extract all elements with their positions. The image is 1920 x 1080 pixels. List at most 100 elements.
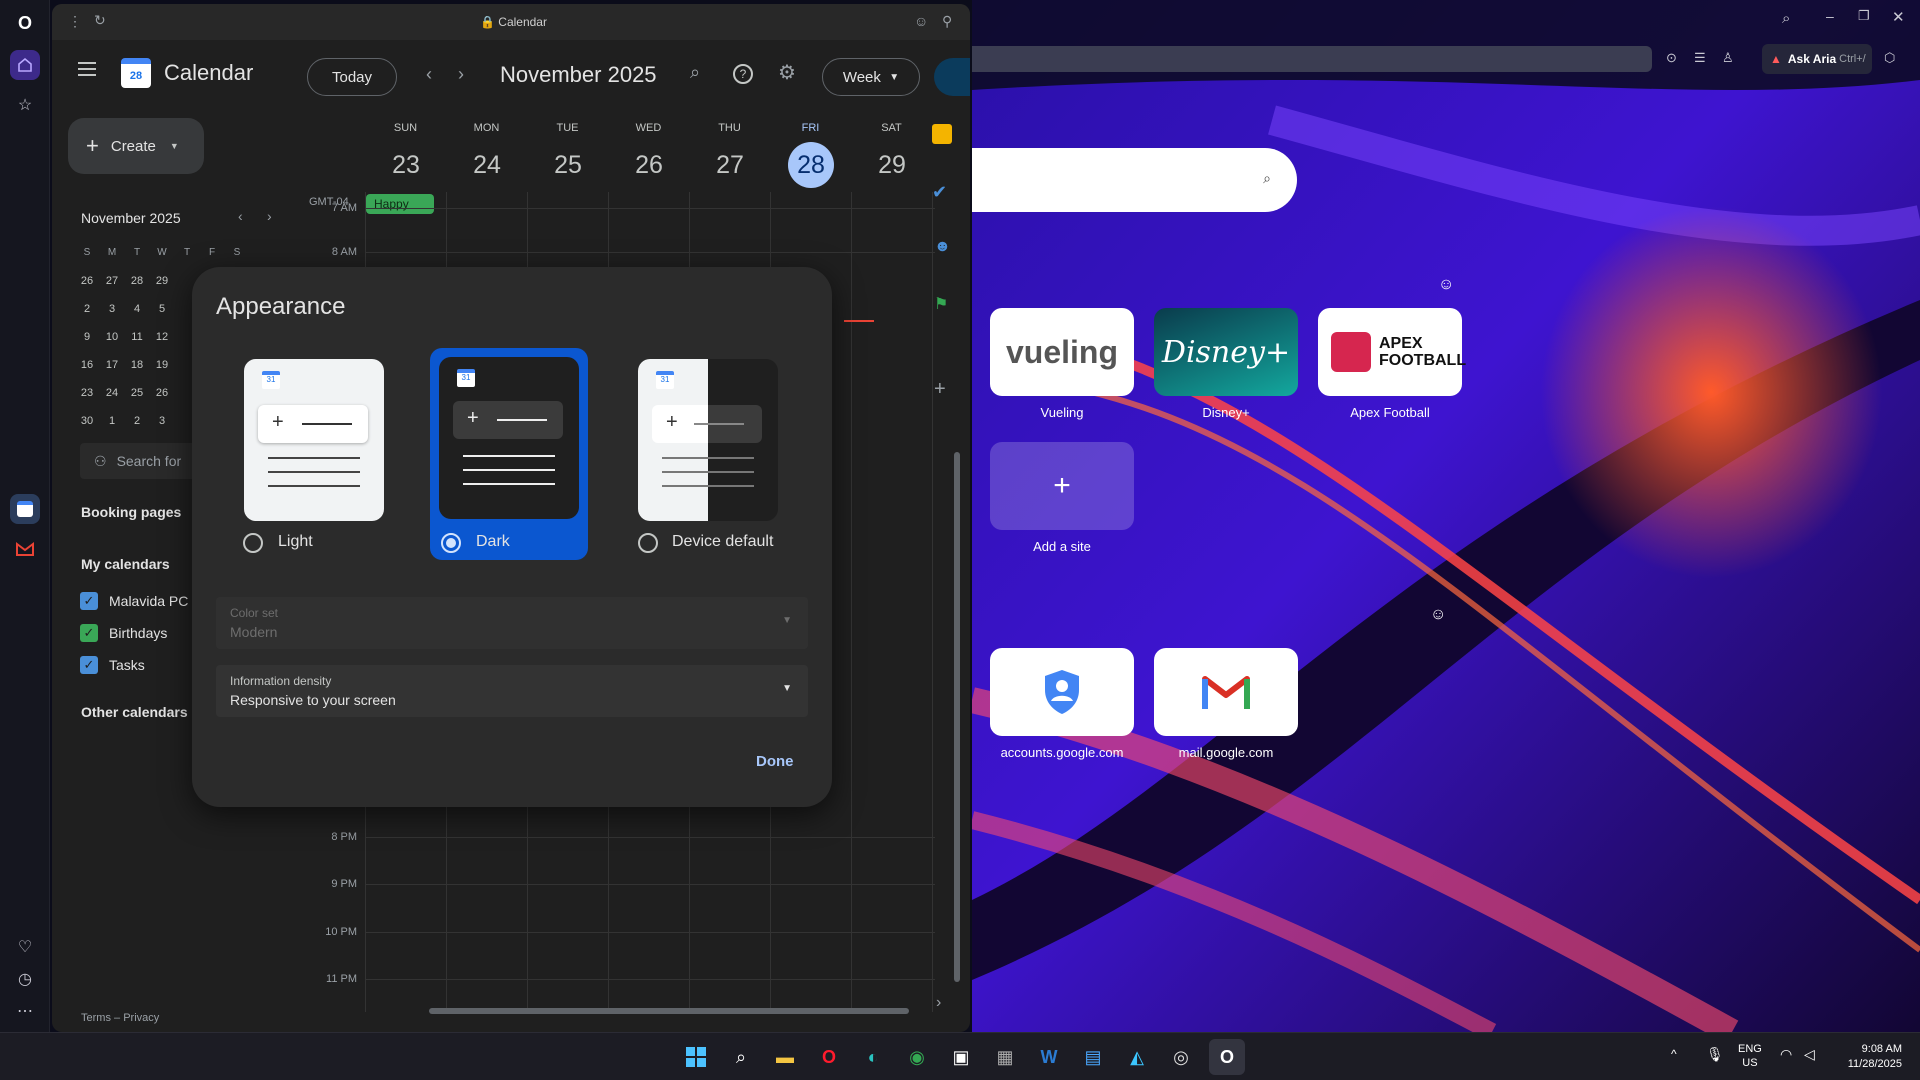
- day-number[interactable]: 23: [383, 142, 429, 188]
- tile-gmail[interactable]: [1154, 648, 1298, 736]
- view-select[interactable]: Week ▼: [822, 58, 920, 96]
- minimize-icon[interactable]: –: [1826, 8, 1834, 24]
- mini-day[interactable]: 12: [147, 331, 177, 343]
- day-number[interactable]: 29: [869, 142, 915, 188]
- contacts-icon[interactable]: ☻: [934, 238, 951, 256]
- day-number[interactable]: 24: [464, 142, 510, 188]
- create-button[interactable]: + Create ▼: [68, 118, 204, 174]
- heart-icon[interactable]: ♡: [10, 932, 40, 962]
- other-calendars-heading[interactable]: Other calendars: [81, 704, 188, 720]
- pinboard-icon[interactable]: ☆: [10, 90, 40, 120]
- easy-setup-icon[interactable]: ☰: [1694, 50, 1706, 66]
- language-indicator[interactable]: ENG US: [1738, 1042, 1762, 1070]
- checkbox-icon[interactable]: ✓: [80, 656, 98, 674]
- information-density-select[interactable]: Information density Responsive to your s…: [216, 665, 808, 717]
- history-icon[interactable]: ◷: [10, 964, 40, 994]
- horizontal-scrollbar[interactable]: [429, 1008, 909, 1014]
- tile-accounts-google[interactable]: [990, 648, 1134, 736]
- show-side-panel-icon[interactable]: ›: [936, 994, 941, 1012]
- window-search-icon[interactable]: ⌕: [1782, 10, 1790, 27]
- calendar-checkbox-row[interactable]: ✓ Birthdays: [80, 623, 167, 643]
- tasks-icon[interactable]: ✔: [932, 182, 947, 203]
- tile-add-site[interactable]: +: [990, 442, 1134, 530]
- day-number[interactable]: 25: [545, 142, 591, 188]
- checkbox-icon[interactable]: ✓: [80, 592, 98, 610]
- mini-day[interactable]: 19: [147, 359, 177, 371]
- theme-dark-radio[interactable]: [441, 533, 461, 553]
- search-icon[interactable]: ⌕: [690, 62, 700, 83]
- vertical-scrollbar[interactable]: [954, 452, 960, 982]
- calendar-checkbox-row[interactable]: ✓ Malavida PC: [80, 591, 188, 611]
- reload-icon[interactable]: ↻: [94, 12, 106, 29]
- privacy-link[interactable]: Privacy: [123, 1012, 159, 1024]
- close-icon[interactable]: ✕: [1892, 8, 1905, 26]
- mini-day[interactable]: 26: [147, 387, 177, 399]
- clock[interactable]: 9:08 AM 11/28/2025: [1838, 1042, 1902, 1072]
- photos-icon[interactable]: ◭: [1123, 1043, 1151, 1071]
- day-number[interactable]: 27: [707, 142, 753, 188]
- tile-apex-football[interactable]: APEX FOOTBALL: [1318, 308, 1466, 396]
- profile-icon[interactable]: ♙: [1722, 50, 1734, 66]
- prev-week-icon[interactable]: ‹: [426, 64, 432, 85]
- taskbar-search-icon[interactable]: ⌕: [727, 1043, 755, 1071]
- address-bar[interactable]: [972, 46, 1652, 72]
- today-button[interactable]: Today: [307, 58, 397, 96]
- mini-day[interactable]: 5: [147, 303, 177, 315]
- word-icon[interactable]: W: [1035, 1043, 1063, 1071]
- add-addon-icon[interactable]: +: [934, 378, 946, 401]
- theme-light-radio[interactable]: [243, 533, 263, 553]
- snapshot-icon[interactable]: ⊙: [1666, 50, 1677, 66]
- calendar-app-icon[interactable]: [10, 494, 40, 524]
- my-calendars-heading[interactable]: My calendars: [81, 556, 170, 572]
- file-explorer-icon[interactable]: ▬: [771, 1043, 799, 1071]
- settings-gear-icon[interactable]: ⚙: [778, 60, 796, 85]
- store-icon[interactable]: ▣: [947, 1043, 975, 1071]
- mini-prev-icon[interactable]: ‹: [238, 208, 243, 224]
- done-button[interactable]: Done: [756, 753, 794, 770]
- panel-menu-icon[interactable]: ⋮: [68, 13, 82, 30]
- mini-day[interactable]: 3: [147, 415, 177, 427]
- calendar-checkbox-row[interactable]: ✓ Tasks: [80, 655, 145, 675]
- day-number[interactable]: 26: [626, 142, 672, 188]
- opera-logo-icon[interactable]: O: [10, 8, 40, 38]
- calendar-view-toggle[interactable]: [934, 58, 970, 96]
- booking-pages[interactable]: Booking pages: [81, 504, 181, 520]
- more-icon[interactable]: ⋯: [10, 996, 40, 1026]
- home-icon[interactable]: [10, 50, 40, 80]
- edge-icon[interactable]: ◐: [859, 1043, 887, 1071]
- speed-dial-search-input[interactable]: ⌕: [972, 148, 1297, 212]
- customize-emoji-icon-2[interactable]: ☺: [1430, 606, 1446, 624]
- chrome-icon[interactable]: ◉: [903, 1043, 931, 1071]
- opera-taskbar-icon[interactable]: O: [815, 1043, 843, 1071]
- tile-disney[interactable]: Disney+: [1154, 308, 1298, 396]
- mini-next-icon[interactable]: ›: [267, 208, 272, 224]
- wallet-icon[interactable]: ⬡: [1884, 50, 1895, 66]
- next-week-icon[interactable]: ›: [458, 64, 464, 85]
- help-icon[interactable]: ?: [733, 64, 753, 84]
- theme-dark-card[interactable]: 31 +: [439, 357, 579, 519]
- start-icon[interactable]: [682, 1043, 710, 1071]
- terms-link[interactable]: Terms: [81, 1012, 111, 1024]
- obs-icon[interactable]: ◎: [1167, 1043, 1195, 1071]
- tray-chevron-icon[interactable]: ^: [1671, 1047, 1677, 1061]
- volume-icon[interactable]: ◁: [1804, 1046, 1815, 1063]
- restore-icon[interactable]: ❐: [1858, 8, 1870, 24]
- microphone-icon[interactable]: 🎙: [1706, 1046, 1724, 1063]
- emoji-icon[interactable]: ☺: [914, 13, 928, 29]
- day-number[interactable]: 28: [788, 142, 834, 188]
- keep-icon[interactable]: [932, 124, 952, 144]
- theme-device-card[interactable]: 31 +: [638, 359, 778, 521]
- checkbox-icon[interactable]: ✓: [80, 624, 98, 642]
- tile-vueling[interactable]: vueling: [990, 308, 1134, 396]
- speed-dial-search-icon[interactable]: ⌕: [1263, 170, 1271, 187]
- mini-day[interactable]: 29: [147, 275, 177, 287]
- customize-emoji-icon[interactable]: ☺: [1438, 276, 1454, 294]
- notepad-icon[interactable]: ▤: [1079, 1043, 1107, 1071]
- calculator-icon[interactable]: ▦: [991, 1043, 1019, 1071]
- pin-icon[interactable]: ⚲: [942, 13, 952, 30]
- ask-aria-button[interactable]: ▲ Ask Aria Ctrl+/: [1762, 44, 1872, 74]
- main-menu-icon[interactable]: [78, 62, 96, 76]
- search-people-input[interactable]: ⚇ Search for: [80, 443, 200, 479]
- theme-device-radio[interactable]: [638, 533, 658, 553]
- wifi-icon[interactable]: ◠: [1780, 1046, 1792, 1063]
